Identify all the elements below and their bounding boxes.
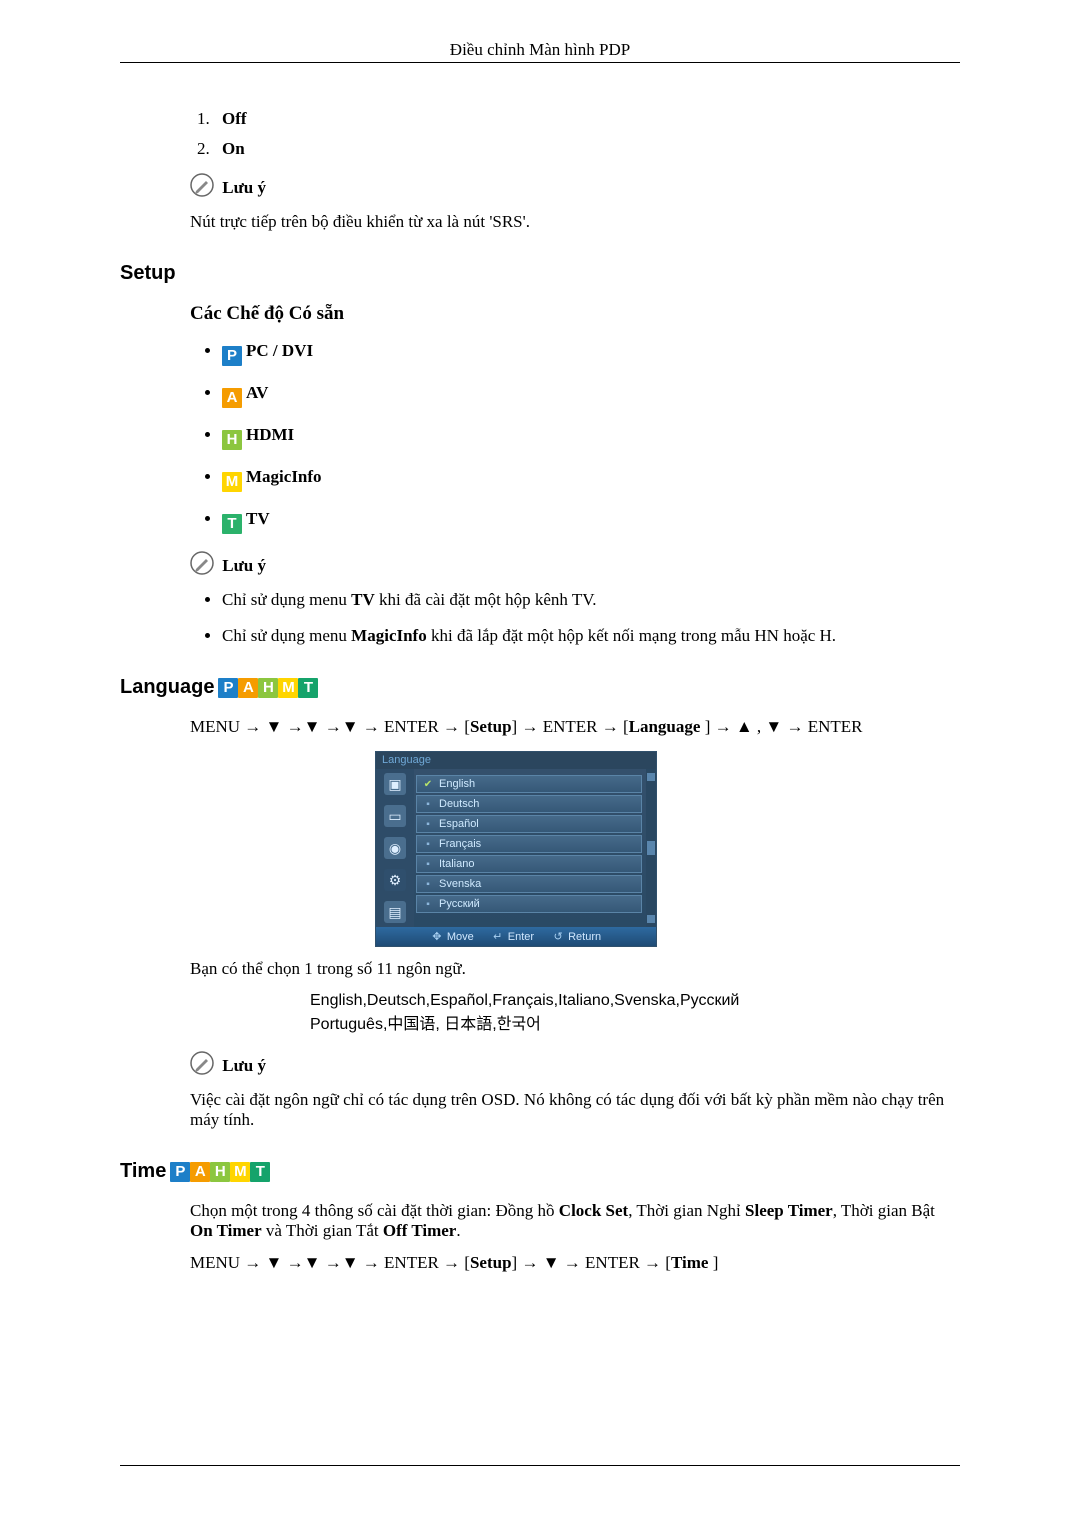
note-heading-3: Lưu ý	[190, 1051, 960, 1076]
move-icon: ✥	[431, 930, 443, 943]
osd-side-setup-icon[interactable]: ⚙	[384, 869, 406, 891]
note-heading-1: Lưu ý	[190, 173, 960, 198]
mode-label-pcdvi: PC / DVI	[246, 341, 313, 360]
language-choose-text: Bạn có thể chọn 1 trong số 11 ngôn ngữ.	[190, 959, 960, 979]
off-on-list: Off On	[190, 109, 960, 159]
osd-side-multi-icon[interactable]: ▤	[384, 901, 406, 923]
badge-h-icon: H	[210, 1162, 230, 1182]
mode-label-av: AV	[246, 383, 268, 402]
osd-body: ▣ ▭ ◉ ⚙ ▤ ✔English ▪Deutsch ▪Español ▪Fr…	[376, 769, 656, 927]
osd-footer-enter: ↵Enter	[492, 930, 534, 943]
language-list: English,Deutsch,Español,Français,Italian…	[310, 989, 960, 1037]
srs-note-text: Nút trực tiếp trên bộ điều khiển từ xa l…	[190, 212, 960, 232]
language-heading-text: Language	[120, 676, 214, 699]
badge-p-icon: P	[218, 678, 238, 698]
mode-label-hdmi: HDMI	[246, 425, 294, 444]
note-magicinfo: Chỉ sử dụng menu MagicInfo khi đã lắp đặ…	[222, 626, 960, 646]
badge-p-icon: P	[170, 1162, 190, 1182]
mode-pcdvi: PPC / DVI	[222, 341, 960, 366]
modes-notes-list: Chỉ sử dụng menu TV khi đã cài đặt một h…	[190, 590, 960, 646]
mode-tv: TTV	[222, 509, 960, 534]
page-footer-rule	[120, 1465, 960, 1467]
osd-side-sound-icon[interactable]: ◉	[384, 837, 406, 859]
osd-footer: ✥Move ↵Enter ↺Return	[376, 927, 656, 946]
time-paragraph: Chọn một trong 4 thông số cài đặt thời g…	[190, 1201, 960, 1241]
language-badges: P A H M T	[218, 678, 318, 698]
osd-option-russian[interactable]: ▪Русский	[416, 895, 642, 913]
osd-title: Language	[376, 752, 656, 769]
badge-m-icon: M	[222, 472, 242, 492]
osd-option-espanol[interactable]: ▪Español	[416, 815, 642, 833]
osd-side-picture-icon[interactable]: ▭	[384, 805, 406, 827]
osd-option-list: ✔English ▪Deutsch ▪Español ▪Français ▪It…	[414, 769, 646, 927]
badge-m-icon: M	[230, 1162, 250, 1182]
time-heading: Time P A H M T	[120, 1160, 960, 1183]
badge-a-icon: A	[190, 1162, 210, 1182]
note-tv: Chỉ sử dụng menu TV khi đã cài đặt một h…	[222, 590, 960, 610]
setup-heading: Setup	[120, 262, 960, 285]
badge-t-icon: T	[298, 678, 318, 698]
return-icon: ↺	[552, 930, 564, 943]
osd-option-deutsch[interactable]: ▪Deutsch	[416, 795, 642, 813]
language-list-line2: Português,中国语, 日本語,한국어	[310, 1013, 960, 1037]
language-heading: Language P A H M T	[120, 676, 960, 699]
time-badges: P A H M T	[170, 1162, 270, 1182]
page-header: Điều chỉnh Màn hình PDP	[120, 40, 960, 63]
language-path: MENU → ▼ →▼ →▼ → ENTER → [Setup] → ENTER…	[190, 717, 960, 737]
badge-m-icon: M	[278, 678, 298, 698]
modes-heading: Các Chế độ Có sẵn	[190, 303, 960, 325]
badge-t-icon: T	[250, 1162, 270, 1182]
modes-list: PPC / DVI AAV HHDMI MMagicInfo TTV	[190, 341, 960, 534]
note-label-1: Lưu ý	[222, 178, 266, 197]
pencil-icon	[190, 173, 214, 197]
osd-sidebar: ▣ ▭ ◉ ⚙ ▤	[376, 769, 414, 927]
pencil-icon	[190, 551, 214, 575]
check-icon: ✔	[423, 779, 433, 790]
mode-hdmi: HHDMI	[222, 425, 960, 450]
setup-heading-text: Setup	[120, 262, 176, 284]
badge-h-icon: H	[258, 678, 278, 698]
note-heading-2: Lưu ý	[190, 551, 960, 576]
osd-option-svenska[interactable]: ▪Svenska	[416, 875, 642, 893]
list-item-off: Off	[214, 109, 960, 129]
badge-h-icon: H	[222, 430, 242, 450]
mode-label-tv: TV	[246, 509, 270, 528]
pencil-icon	[190, 1051, 214, 1075]
enter-icon: ↵	[492, 930, 504, 943]
language-note-text: Việc cài đặt ngôn ngữ chỉ có tác dụng tr…	[190, 1090, 960, 1130]
page-header-text: Điều chỉnh Màn hình PDP	[450, 40, 630, 59]
osd-option-francais[interactable]: ▪Français	[416, 835, 642, 853]
scroll-down-icon[interactable]	[647, 915, 655, 923]
time-path: MENU → ▼ →▼ →▼ → ENTER → [Setup] → ▼ → E…	[190, 1253, 960, 1273]
list-item-on: On	[214, 139, 960, 159]
on-label: On	[222, 139, 245, 158]
off-label: Off	[222, 109, 247, 128]
osd-option-english[interactable]: ✔English	[416, 775, 642, 793]
osd-language-menu: Language ▣ ▭ ◉ ⚙ ▤ ✔English ▪Deutsch ▪Es…	[375, 751, 657, 947]
osd-side-input-icon[interactable]: ▣	[384, 773, 406, 795]
note-label-3: Lưu ý	[222, 1056, 266, 1075]
mode-label-magicinfo: MagicInfo	[246, 467, 322, 486]
note-label-2: Lưu ý	[222, 556, 266, 575]
osd-footer-move: ✥Move	[431, 930, 474, 943]
language-list-line1: English,Deutsch,Español,Français,Italian…	[310, 989, 960, 1013]
osd-scrollbar[interactable]	[646, 769, 656, 927]
osd-option-italiano[interactable]: ▪Italiano	[416, 855, 642, 873]
mode-magicinfo: MMagicInfo	[222, 467, 960, 492]
badge-a-icon: A	[238, 678, 258, 698]
modes-heading-text: Các Chế độ Có sẵn	[190, 303, 344, 324]
scroll-up-icon[interactable]	[647, 773, 655, 781]
badge-p-icon: P	[222, 346, 242, 366]
badge-a-icon: A	[222, 388, 242, 408]
badge-t-icon: T	[222, 514, 242, 534]
scroll-thumb[interactable]	[647, 841, 655, 855]
time-heading-text: Time	[120, 1160, 166, 1183]
osd-footer-return: ↺Return	[552, 930, 601, 943]
mode-av: AAV	[222, 383, 960, 408]
